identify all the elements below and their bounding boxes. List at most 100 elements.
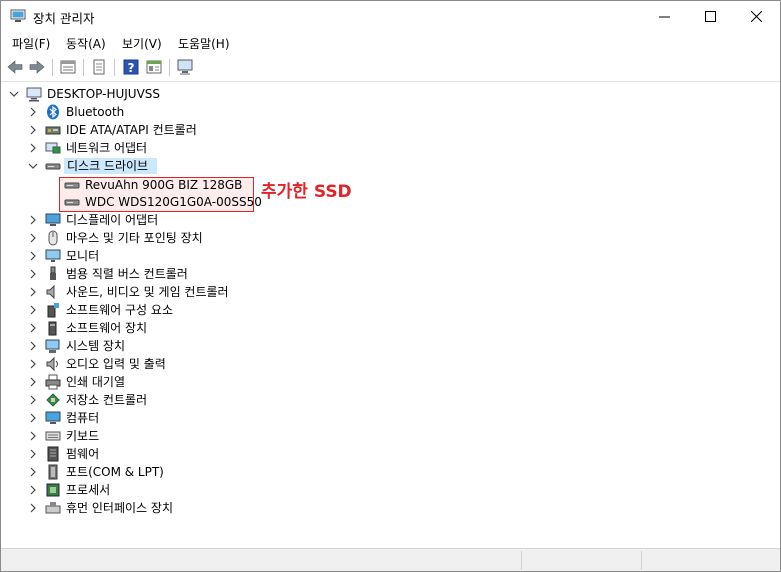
computer-icon <box>45 411 61 424</box>
computer-icon <box>26 87 42 102</box>
keyboard-icon <box>45 431 61 441</box>
toolbar-separator <box>52 59 53 76</box>
ssd-annotation-label: 추가한 SSD <box>261 182 352 202</box>
properties-list-icon[interactable] <box>59 58 77 76</box>
chevron-right-icon[interactable] <box>28 287 38 297</box>
view-resources-icon[interactable] <box>145 58 163 76</box>
category-ide-ata[interactable]: IDE ATA/ATAPI 컨트롤러 <box>66 121 197 139</box>
chevron-right-icon[interactable] <box>28 215 38 225</box>
maximize-icon <box>704 11 716 22</box>
menu-bar: 파일(F) 동작(A) 보기(V) 도움말(H) <box>1 32 780 54</box>
device-tree: DESKTOP-HUJUVSS Bluetooth IDE ATA/ATAPI … <box>1 82 780 546</box>
category-firmware[interactable]: 펌웨어 <box>66 445 99 463</box>
minimize-icon <box>658 16 670 18</box>
chevron-right-icon[interactable] <box>28 251 38 261</box>
usb-icon <box>50 266 56 280</box>
category-mouse[interactable]: 마우스 및 기타 포인팅 장치 <box>66 229 203 247</box>
category-system-device[interactable]: 시스템 장치 <box>66 337 125 355</box>
tree-root-computer-name[interactable]: DESKTOP-HUJUVSS <box>47 85 160 103</box>
category-sound-video-game[interactable]: 사운드, 비디오 및 게임 컨트롤러 <box>66 283 229 301</box>
chevron-right-icon[interactable] <box>28 377 38 387</box>
menu-action[interactable]: 동작(A) <box>66 35 106 52</box>
device-manager-app-icon <box>10 9 26 22</box>
software-device-icon <box>48 321 57 336</box>
chevron-down-icon[interactable] <box>9 89 19 99</box>
category-ports[interactable]: 포트(COM & LPT) <box>66 463 164 481</box>
printer-icon <box>45 374 61 390</box>
category-computer[interactable]: 컴퓨터 <box>66 409 99 427</box>
ide-controller-icon <box>45 126 61 135</box>
category-keyboard[interactable]: 키보드 <box>66 427 99 445</box>
chevron-right-icon[interactable] <box>28 233 38 243</box>
chevron-down-icon[interactable] <box>28 161 38 171</box>
storage-controller-icon <box>46 393 60 407</box>
chevron-right-icon[interactable] <box>28 125 38 135</box>
category-disk-drive[interactable]: 디스크 드라이브 <box>67 157 148 175</box>
category-software-device[interactable]: 소프트웨어 장치 <box>66 319 147 337</box>
disk-item-revuahn[interactable]: RevuAhn 900G BIZ 128GB <box>85 176 242 194</box>
category-software-component[interactable]: 소프트웨어 구성 요소 <box>66 301 173 319</box>
speaker-icon <box>46 284 55 300</box>
toolbar-separator <box>83 59 84 76</box>
chevron-right-icon[interactable] <box>28 269 38 279</box>
system-device-icon <box>45 339 60 353</box>
mouse-icon <box>48 230 58 246</box>
category-usb[interactable]: 범용 직렬 버스 컨트롤러 <box>66 265 188 283</box>
processor-icon <box>46 483 60 497</box>
category-display-adapter[interactable]: 디스플레이 어댑터 <box>66 211 158 229</box>
chevron-right-icon[interactable] <box>28 467 38 477</box>
category-audio-io[interactable]: 오디오 입력 및 출력 <box>66 355 166 373</box>
status-separator <box>521 551 522 570</box>
chevron-right-icon[interactable] <box>28 485 38 495</box>
menu-help[interactable]: 도움말(H) <box>178 35 230 52</box>
category-monitor[interactable]: 모니터 <box>66 247 99 265</box>
chevron-right-icon[interactable] <box>28 305 38 315</box>
menu-view[interactable]: 보기(V) <box>122 35 162 52</box>
window-title: 장치 관리자 <box>33 11 95 26</box>
chevron-right-icon[interactable] <box>28 359 38 369</box>
title-bar[interactable]: 장치 관리자 <box>1 1 780 32</box>
status-bar <box>1 548 780 571</box>
network-adapter-icon <box>45 142 61 154</box>
port-icon <box>48 464 58 480</box>
disk-item-wdc[interactable]: WDC WDS120G1G0A-00SS50 <box>85 193 262 211</box>
hid-icon <box>45 502 61 514</box>
category-print-queue[interactable]: 인쇄 대기열 <box>66 373 125 391</box>
chevron-right-icon[interactable] <box>28 413 38 423</box>
svg-text:?: ? <box>128 61 135 75</box>
bluetooth-icon <box>47 104 59 120</box>
category-bluetooth[interactable]: Bluetooth <box>66 103 124 121</box>
category-network-adapter[interactable]: 네트워크 어댑터 <box>66 139 147 157</box>
chevron-right-icon[interactable] <box>28 341 38 351</box>
chevron-right-icon[interactable] <box>28 107 38 117</box>
category-storage-controller[interactable]: 저장소 컨트롤러 <box>66 391 147 409</box>
chevron-right-icon[interactable] <box>28 431 38 441</box>
software-component-icon <box>47 303 59 318</box>
category-hid[interactable]: 휴먼 인터페이스 장치 <box>66 499 173 517</box>
chevron-right-icon[interactable] <box>28 323 38 333</box>
disk-drive-icon <box>64 199 80 206</box>
toolbar: ? <box>1 54 780 82</box>
category-processor[interactable]: 프로세서 <box>66 481 110 499</box>
maximize-button[interactable] <box>687 1 733 32</box>
status-separator <box>641 551 642 570</box>
minimize-button[interactable] <box>641 1 687 32</box>
scan-hardware-monitor-icon[interactable] <box>176 58 194 76</box>
forward-arrow-icon[interactable] <box>28 58 46 76</box>
toolbar-separator <box>114 59 115 76</box>
display-adapter-icon <box>45 213 61 226</box>
disk-drive-icon <box>45 163 61 170</box>
close-button[interactable] <box>733 1 779 32</box>
help-icon[interactable]: ? <box>122 58 140 76</box>
menu-file[interactable]: 파일(F) <box>12 35 50 52</box>
chevron-right-icon[interactable] <box>28 395 38 405</box>
chevron-right-icon[interactable] <box>28 503 38 513</box>
back-arrow-icon[interactable] <box>6 58 24 76</box>
close-icon <box>750 11 762 22</box>
chevron-right-icon[interactable] <box>28 143 38 153</box>
monitor-icon <box>45 249 61 262</box>
chevron-right-icon[interactable] <box>28 449 38 459</box>
audio-io-icon <box>46 356 58 372</box>
properties-page-icon[interactable] <box>90 58 108 76</box>
firmware-icon <box>47 446 59 462</box>
